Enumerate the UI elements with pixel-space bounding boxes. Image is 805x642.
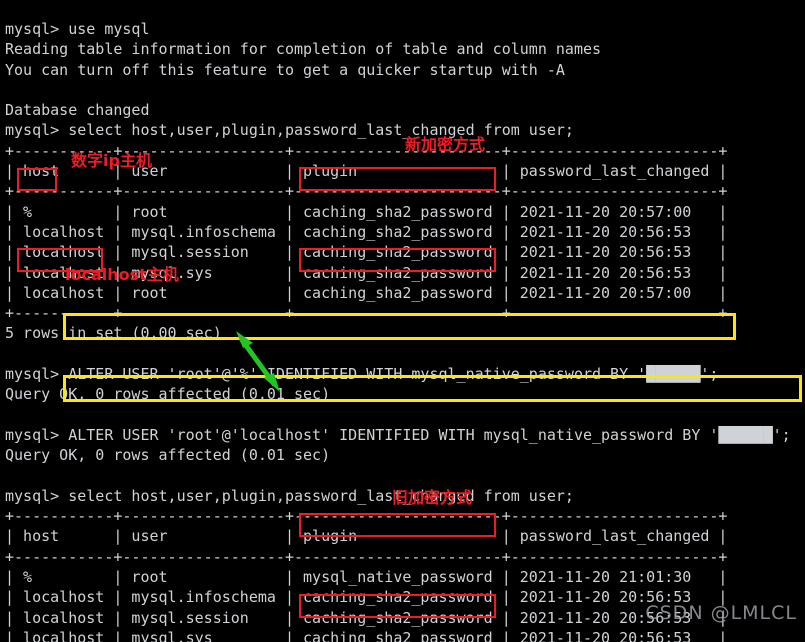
terminal-line: Database changed [5, 101, 150, 120]
terminal-line: mysql> select host,user,plugin,password_… [5, 121, 574, 140]
terminal-line: Query OK, 0 rows affected (0.01 sec) [5, 385, 331, 404]
terminal-line: mysql> ALTER USER 'root'@'localhost' IDE… [5, 425, 791, 444]
terminal-line: | localhost | mysql.sys | caching_sha2_p… [5, 263, 728, 282]
terminal-line: +-----------+------------------+--------… [5, 547, 728, 566]
terminal-line: Reading table information for completion… [5, 40, 602, 59]
terminal-line: You can turn off this feature to get a q… [5, 60, 565, 79]
terminal-line: | host | user | plugin | password_last_c… [5, 162, 728, 181]
terminal-window: mysql> use mysql Reading table informatio… [0, 0, 805, 642]
terminal-output[interactable]: mysql> use mysql Reading table informatio… [0, 15, 805, 642]
csdn-watermark: CSDN @LMLCL [645, 602, 797, 624]
terminal-line: mysql> ALTER USER 'root'@'%' IDENTIFIED … [5, 365, 719, 384]
terminal-line: | host | user | plugin | password_last_c… [5, 527, 728, 546]
terminal-line: Query OK, 0 rows affected (0.01 sec) [5, 446, 331, 465]
terminal-line: | % | root | caching_sha2_password | 202… [5, 202, 728, 221]
terminal-line: +-----------+------------------+--------… [5, 507, 728, 526]
terminal-line: mysql> use mysql [5, 20, 150, 38]
terminal-line: | localhost | mysql.infoschema | caching… [5, 222, 728, 241]
terminal-line: | localhost | mysql.session | caching_sh… [5, 243, 728, 262]
terminal-line: +-----------+------------------+--------… [5, 182, 728, 201]
terminal-line: +-----------+------------------+--------… [5, 141, 728, 160]
terminal-line: mysql> select host,user,plugin,password_… [5, 486, 574, 505]
terminal-line: +-----------+------------------+--------… [5, 304, 728, 323]
terminal-line: 5 rows in set (0.00 sec) [5, 324, 222, 343]
terminal-line: | localhost | mysql.sys | caching_sha2_p… [5, 628, 728, 642]
terminal-line: | % | root | mysql_native_password | 202… [5, 568, 728, 587]
terminal-line: | localhost | root | caching_sha2_passwo… [5, 283, 728, 302]
